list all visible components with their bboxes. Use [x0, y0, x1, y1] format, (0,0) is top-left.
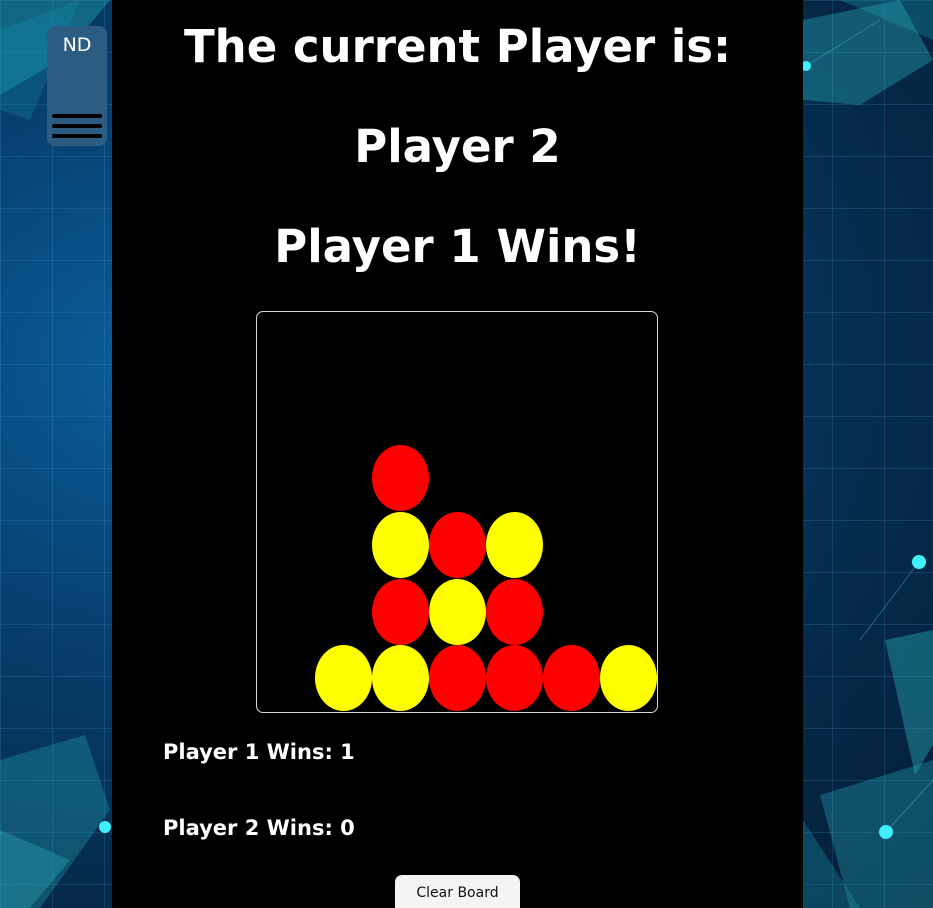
clear-board-button[interactable]: Clear Board	[395, 875, 520, 908]
game-piece	[372, 645, 429, 711]
player1-wins: Player 1 Wins: 1	[163, 740, 355, 764]
game-piece	[315, 645, 372, 711]
game-piece	[372, 579, 429, 645]
game-piece	[372, 512, 429, 578]
game-piece	[543, 645, 600, 711]
current-player-heading: The current Player is:	[183, 20, 732, 73]
game-piece	[600, 645, 657, 711]
nav-menu[interactable]: ND	[47, 26, 107, 146]
user-initials: ND	[62, 34, 92, 56]
hamburger-menu-icon[interactable]	[52, 114, 102, 146]
current-player-name: Player 2	[354, 120, 561, 173]
game-piece	[486, 645, 543, 711]
game-piece	[429, 512, 486, 578]
game-panel: The current Player is: Player 2 Player 1…	[112, 0, 803, 908]
winner-message: Player 1 Wins!	[274, 220, 641, 273]
game-piece	[372, 445, 429, 511]
game-board[interactable]	[256, 311, 658, 713]
game-piece	[486, 579, 543, 645]
player2-wins: Player 2 Wins: 0	[163, 816, 355, 840]
game-piece	[486, 512, 543, 578]
game-piece	[429, 579, 486, 645]
game-piece	[429, 645, 486, 711]
